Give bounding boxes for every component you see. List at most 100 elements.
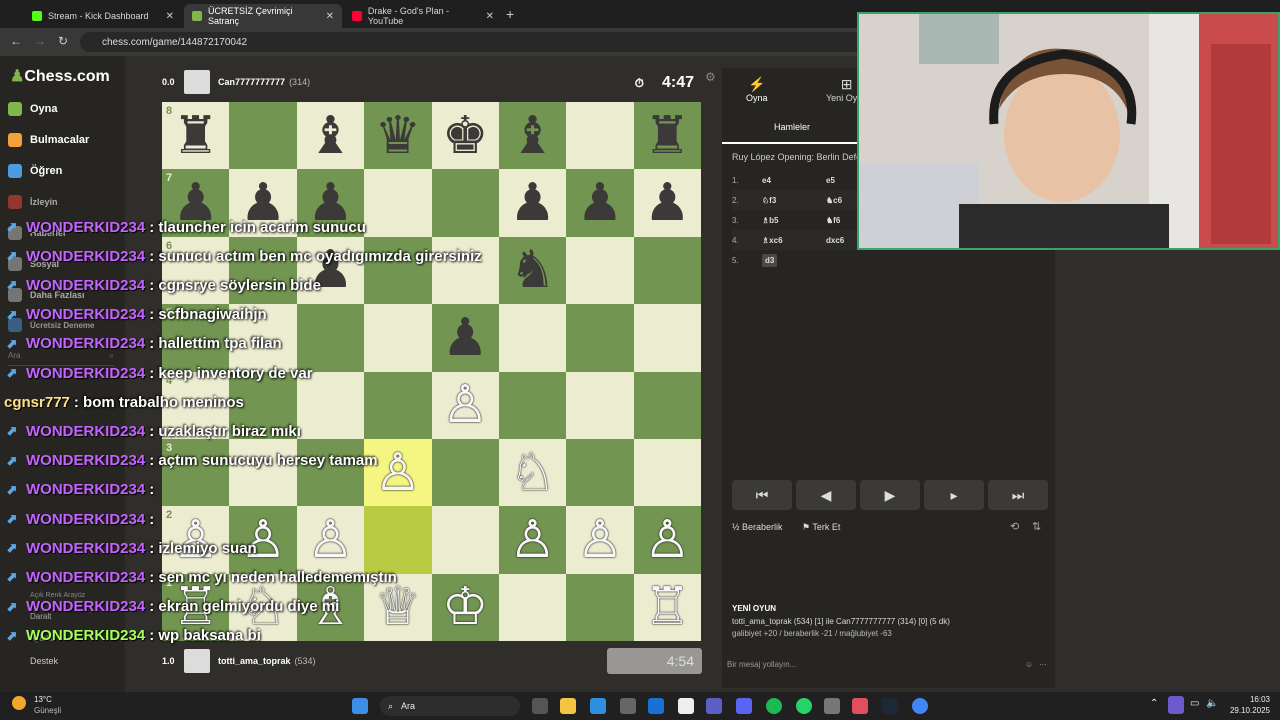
network-icon[interactable]: ▭	[1190, 698, 1199, 709]
flip-board-icon[interactable]: ⇅	[1032, 520, 1041, 533]
edge-icon[interactable]	[590, 698, 606, 714]
steam-icon[interactable]	[882, 698, 898, 714]
tab-play[interactable]: ⚡ Oyna	[746, 76, 768, 103]
piece-f8[interactable]: ♝	[499, 102, 566, 169]
tab-kick-dashboard[interactable]: Stream - Kick Dashboard ✕	[24, 4, 182, 28]
url-field[interactable]: chess.com/game/144872170042	[80, 32, 880, 52]
store-icon[interactable]	[678, 698, 694, 714]
spotify-icon[interactable]	[766, 698, 782, 714]
teams-icon[interactable]	[706, 698, 722, 714]
last-move-button[interactable]: ⏭	[988, 480, 1048, 510]
black-move[interactable]: c6	[833, 196, 842, 205]
draw-button[interactable]: ½ Beraberlik	[732, 522, 783, 532]
bottom-player-name[interactable]: totti_ama_toprak	[218, 656, 291, 666]
piece-e5[interactable]: ♟	[432, 304, 499, 371]
square-h6[interactable]	[633, 236, 702, 305]
top-player-name[interactable]: Can7777777777	[218, 77, 285, 87]
volume-icon[interactable]: 🔈	[1206, 698, 1218, 709]
microphone-icon[interactable]	[1168, 696, 1184, 714]
outlook-icon[interactable]	[648, 698, 664, 714]
close-tab-icon[interactable]: ✕	[326, 11, 334, 22]
square-d4[interactable]	[364, 371, 432, 439]
forward-icon[interactable]: →	[34, 34, 46, 48]
piece-e1[interactable]: ♔	[432, 574, 499, 641]
settings-icon[interactable]	[620, 698, 636, 714]
weather-temp[interactable]: 13°C	[34, 695, 52, 704]
tab-chess[interactable]: ÜCRETSİZ Çevrimiçi Satranç ✕	[184, 4, 342, 28]
clock-time[interactable]: 16:03	[1222, 695, 1270, 704]
square-e3[interactable]	[431, 438, 499, 507]
reload-icon[interactable]: ↻	[58, 34, 68, 48]
square-d7[interactable]	[364, 169, 432, 237]
resign-button[interactable]: ⚑ Terk Et	[802, 522, 840, 533]
first-move-button[interactable]: ⏮	[732, 480, 792, 510]
piece-a8[interactable]: ♜	[162, 102, 229, 169]
discord-icon[interactable]	[736, 698, 752, 714]
white-move[interactable]: f3	[769, 196, 776, 205]
opening-name[interactable]: Ruy López Opening: Berlin Defense	[732, 152, 876, 162]
analysis-icon[interactable]: ⟲	[1010, 520, 1019, 533]
close-tab-icon[interactable]: ✕	[486, 11, 494, 22]
piece-g2[interactable]: ♙	[566, 506, 633, 573]
sidebar-item-watch[interactable]: İzleyin	[8, 195, 58, 209]
sidebar-item-puzzles[interactable]: Bulmacalar	[8, 133, 89, 147]
emoji-icon[interactable]: ☺	[1025, 660, 1033, 669]
support-link[interactable]: Destek	[30, 656, 58, 666]
more-options-icon[interactable]: ⋯	[1039, 660, 1047, 669]
square-g3[interactable]	[566, 438, 634, 507]
piece-h1[interactable]: ♖	[634, 574, 701, 641]
square-d5[interactable]	[364, 304, 432, 372]
square-b8[interactable]	[229, 102, 297, 170]
next-move-button[interactable]: ▸	[924, 480, 984, 510]
chat-message-input[interactable]: Bir mesaj yollayın... ☺ ⋯	[727, 654, 1047, 674]
app-icon[interactable]	[824, 698, 840, 714]
new-tab-icon[interactable]: +	[506, 6, 514, 22]
square-h3[interactable]	[633, 438, 702, 507]
square-e7[interactable]	[431, 169, 499, 237]
piece-f3[interactable]: ♘	[499, 439, 566, 506]
square-h4[interactable]	[633, 371, 702, 439]
close-tab-icon[interactable]: ✕	[166, 11, 174, 22]
app-icon[interactable]	[852, 698, 868, 714]
black-move[interactable]: f6	[833, 216, 840, 225]
avatar[interactable]	[184, 70, 210, 94]
tab-moves[interactable]: Hamleler	[722, 112, 862, 144]
square-g5[interactable]	[566, 304, 634, 372]
white-move[interactable]: b5	[769, 216, 778, 225]
white-move[interactable]: e4	[762, 176, 826, 185]
piece-h8[interactable]: ♜	[634, 102, 701, 169]
square-g6[interactable]	[566, 236, 634, 305]
whatsapp-icon[interactable]	[796, 698, 812, 714]
chess-logo[interactable]: ♟Chess.com	[10, 66, 110, 86]
square-f5[interactable]	[498, 304, 567, 372]
white-move[interactable]: xc6	[769, 236, 782, 245]
chevron-up-icon[interactable]: ⌃	[1150, 698, 1158, 709]
piece-h7[interactable]: ♟	[634, 169, 701, 236]
back-icon[interactable]: ←	[10, 34, 22, 48]
chrome-icon[interactable]	[912, 698, 928, 714]
square-f4[interactable]	[498, 371, 567, 439]
piece-f7[interactable]: ♟	[499, 169, 566, 236]
piece-e4[interactable]: ♙	[432, 372, 499, 439]
task-view-icon[interactable]	[532, 698, 548, 714]
square-g4[interactable]	[566, 371, 634, 439]
piece-d8[interactable]: ♛	[364, 102, 431, 169]
piece-f2[interactable]: ♙	[499, 506, 566, 573]
piece-f6[interactable]: ♞	[499, 237, 566, 304]
piece-g7[interactable]: ♟	[566, 169, 633, 236]
square-e2[interactable]	[431, 506, 499, 574]
square-h5[interactable]	[633, 304, 702, 372]
previous-move-button[interactable]: ◀	[796, 480, 856, 510]
piece-e8[interactable]: ♚	[432, 102, 499, 169]
piece-c8[interactable]: ♝	[297, 102, 364, 169]
windows-start-icon[interactable]	[352, 698, 368, 714]
current-move[interactable]: d3	[762, 253, 778, 267]
file-explorer-icon[interactable]	[560, 698, 576, 714]
play-button[interactable]: ▶	[860, 480, 920, 510]
sidebar-item-learn[interactable]: Öğren	[8, 164, 62, 178]
sidebar-item-play[interactable]: Oyna	[8, 102, 58, 116]
gear-icon[interactable]: ⚙	[705, 70, 716, 84]
square-g8[interactable]	[566, 102, 634, 170]
piece-h2[interactable]: ♙	[634, 506, 701, 573]
avatar[interactable]	[184, 649, 210, 673]
